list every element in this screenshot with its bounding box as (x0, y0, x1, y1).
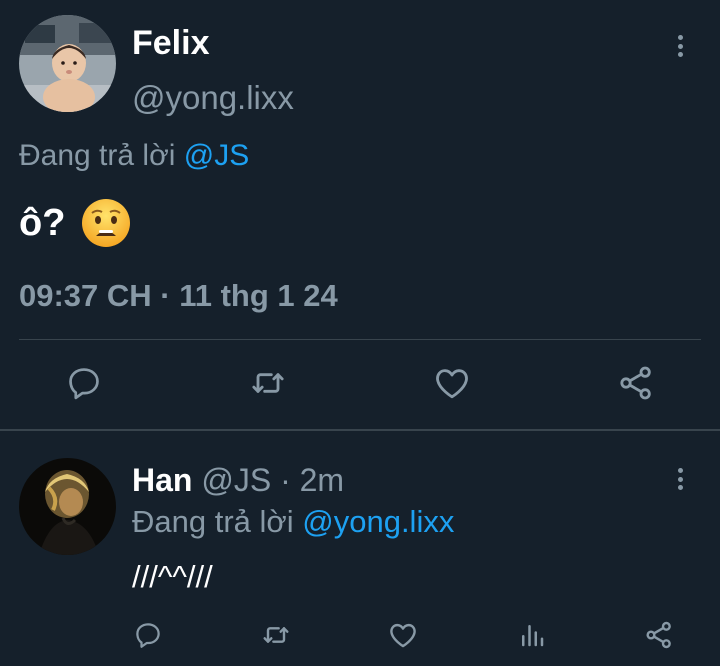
reply-tweet-more-icon[interactable] (672, 464, 688, 494)
share-icon[interactable] (641, 617, 677, 653)
reply-tweet-reply-context: Đang trả lời @yong.lixx (132, 503, 454, 541)
like-icon[interactable] (385, 617, 421, 653)
main-tweet-timestamp[interactable]: 09:37 CH · 11 thg 1 24 (19, 276, 338, 316)
avatar-han[interactable] (19, 458, 116, 555)
main-tweet-handle[interactable]: @yong.lixx (132, 78, 294, 118)
reply-to-link[interactable]: @JS (184, 139, 249, 172)
reply-icon[interactable] (130, 617, 166, 653)
reply-prefix-label: Đang trả lời (132, 504, 294, 539)
reply-icon[interactable] (62, 361, 106, 405)
analytics-icon[interactable] (514, 617, 550, 653)
reply-tweet-text: ///^^/// (132, 559, 213, 594)
reply-tweet-time-ago[interactable]: 2m (300, 462, 344, 498)
like-icon[interactable] (430, 361, 474, 405)
avatar-felix[interactable] (19, 15, 116, 112)
main-tweet-divider (19, 339, 701, 340)
reply-prefix-label: Đang trả lời (19, 139, 176, 172)
reply-tweet-handle[interactable]: @JS (201, 462, 271, 498)
tweet-separator (0, 429, 720, 431)
worried-face-emoji (81, 198, 131, 248)
main-tweet-display-name[interactable]: Felix (132, 23, 209, 63)
share-icon[interactable] (614, 361, 658, 405)
main-tweet-more-icon[interactable] (672, 31, 688, 61)
reply-tweet-display-name[interactable]: Han (132, 462, 192, 498)
main-tweet-text-content: ô? (19, 202, 66, 244)
retweet-icon[interactable] (246, 361, 290, 405)
reply-to-link[interactable]: @yong.lixx (302, 504, 454, 539)
main-tweet-text: ô? (19, 198, 131, 248)
main-tweet-reply-context: Đang trả lời @JS (19, 136, 249, 176)
retweet-icon[interactable] (258, 617, 294, 653)
reply-tweet-separator: · (280, 462, 291, 498)
reply-tweet-header: Han @JS · 2m (132, 461, 344, 499)
